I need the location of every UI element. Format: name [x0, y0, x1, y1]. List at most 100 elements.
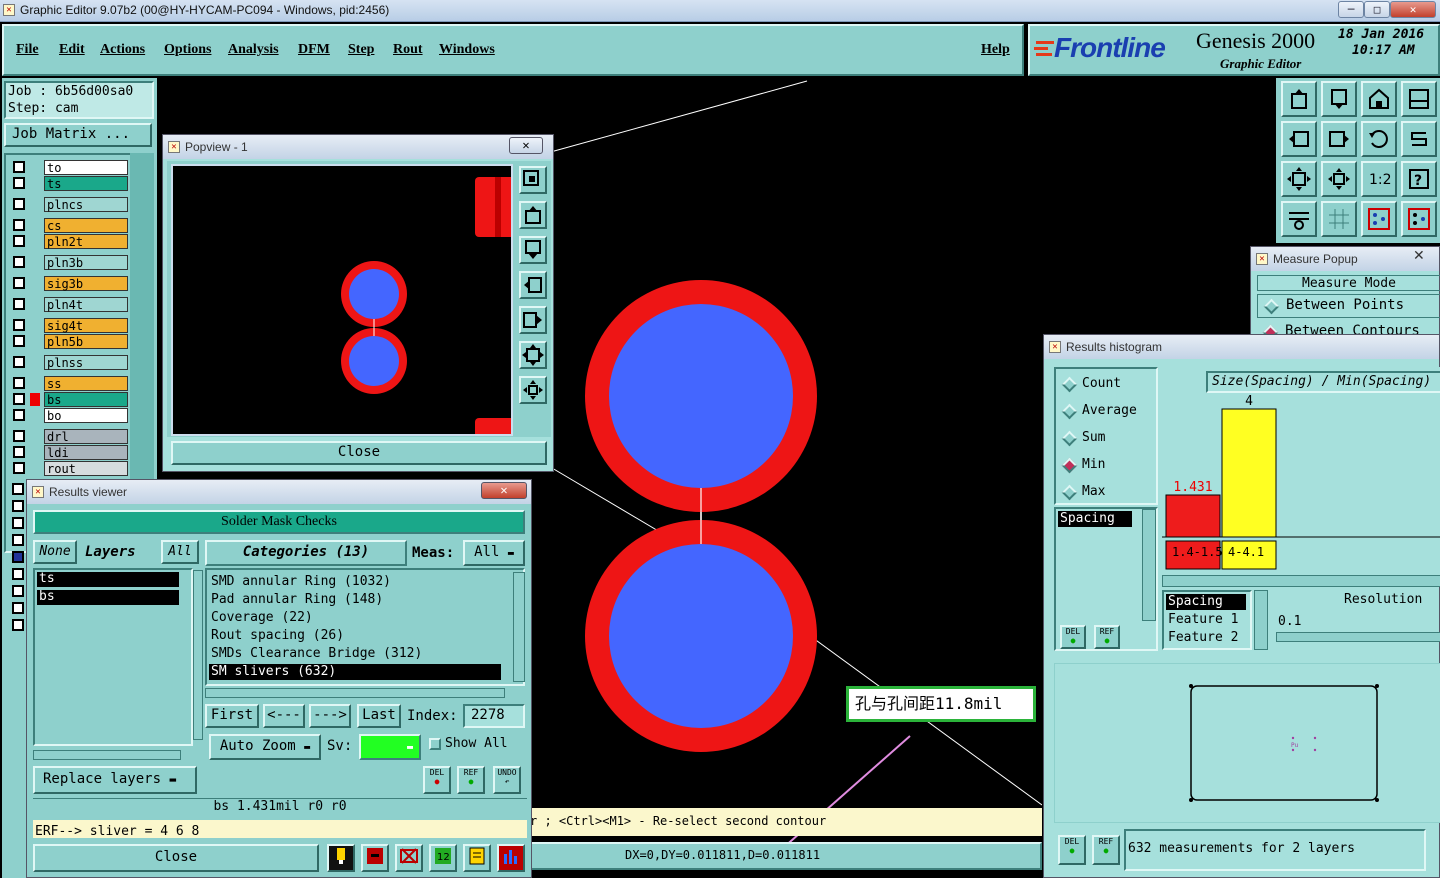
menu-dfm[interactable]: DFM — [298, 42, 330, 58]
histogram-bar-1[interactable] — [1221, 408, 1277, 538]
category-item[interactable]: Rout spacing (26) — [209, 628, 501, 644]
layer-row-cs[interactable]: cs — [10, 218, 130, 233]
histogram-hscroll[interactable] — [1162, 575, 1440, 587]
layer-name[interactable]: ts — [44, 176, 128, 191]
layer-checkbox[interactable] — [12, 619, 24, 631]
category-vscroll[interactable] — [513, 572, 525, 682]
replace-layers-button[interactable]: Replace layers ▬ — [33, 766, 197, 794]
category-item[interactable]: SM slivers (632) — [209, 664, 501, 680]
home-view-icon[interactable] — [1361, 81, 1397, 117]
layer-list-vscroll[interactable] — [193, 570, 203, 740]
delete-results-icon[interactable] — [395, 844, 423, 872]
close-window-button[interactable]: ✕ — [1390, 1, 1436, 18]
category-hscroll[interactable] — [205, 688, 505, 698]
layer-checkbox[interactable] — [13, 219, 25, 231]
menu-help[interactable]: Help — [981, 42, 1010, 58]
hist-bottom-ref-button[interactable]: REF ● — [1092, 835, 1120, 865]
popview-close-x[interactable]: ✕ — [509, 137, 543, 154]
minimize-button[interactable]: ─ — [1338, 1, 1364, 18]
layer-checkbox[interactable] — [13, 335, 25, 347]
zoom-center-icon[interactable] — [1321, 161, 1357, 197]
first-button[interactable]: First — [205, 704, 259, 728]
settings-icon[interactable] — [1281, 201, 1317, 237]
stat-radio[interactable] — [1061, 376, 1078, 393]
rv-ref-button[interactable]: REF ● — [457, 766, 485, 794]
last-button[interactable]: Last — [357, 704, 401, 728]
layer-row-sig3b[interactable]: sig3b — [10, 276, 130, 291]
meas-dropdown[interactable]: All ▬ — [463, 540, 525, 566]
sub-results-icon[interactable] — [361, 844, 389, 872]
layer-checkbox[interactable] — [12, 483, 24, 495]
layer-checkbox[interactable] — [13, 446, 25, 458]
category-item[interactable]: Pad annular Ring (148) — [209, 592, 501, 608]
layer-row-pln5b[interactable]: pln5b — [10, 334, 130, 349]
stat-option-average[interactable]: Average — [1060, 402, 1154, 422]
layer-checkbox[interactable] — [13, 161, 25, 173]
layer-checkbox[interactable] — [12, 568, 24, 580]
undo-view-icon[interactable] — [1361, 121, 1397, 157]
layer-row-plncs[interactable]: plncs — [10, 197, 130, 212]
one-two-icon[interactable]: 12 — [429, 844, 457, 872]
field-feature-2[interactable]: Feature 2 — [1168, 630, 1238, 645]
hist-bottom-del-button[interactable]: DEL ● — [1058, 835, 1086, 865]
category-item[interactable]: SMDs Clearance Bridge (312) — [209, 646, 501, 662]
layer-name[interactable]: ldi — [44, 445, 128, 460]
menu-actions[interactable]: Actions — [100, 42, 145, 58]
show-all-checkbox[interactable] — [429, 738, 441, 750]
category-item[interactable]: Coverage (22) — [209, 610, 501, 626]
prev-button[interactable]: <--- — [263, 704, 305, 728]
between-points-option[interactable]: Between Points — [1257, 294, 1440, 318]
layer-name[interactable]: pln5b — [44, 334, 128, 349]
layer-compare-alt-icon[interactable] — [1401, 201, 1437, 237]
layer-name[interactable]: pln4t — [44, 297, 128, 312]
layer-row-pln3b[interactable]: pln3b — [10, 255, 130, 270]
layer-name[interactable]: pln3b — [44, 255, 128, 270]
full-view-icon[interactable] — [1401, 81, 1437, 117]
maximize-button[interactable]: □ — [1364, 1, 1390, 18]
layer-checkbox[interactable] — [13, 462, 25, 474]
menu-windows[interactable]: Windows — [439, 42, 495, 58]
histogram-icon[interactable] — [497, 844, 525, 872]
layer-row-plnss[interactable]: plnss — [10, 355, 130, 370]
help-icon[interactable]: ? — [1401, 161, 1437, 197]
layer-checkbox[interactable] — [12, 585, 24, 597]
layer-checkbox[interactable] — [13, 177, 25, 189]
pan-left-icon[interactable] — [1281, 121, 1317, 157]
layer-row-bs[interactable]: bs — [10, 392, 130, 407]
layer-checkbox[interactable] — [13, 409, 25, 421]
layer-row-to[interactable]: to — [10, 160, 130, 175]
layer-row-ldi[interactable]: ldi — [10, 445, 130, 460]
pan-right-icon[interactable] — [1321, 121, 1357, 157]
popview-close-button[interactable]: Close — [171, 441, 547, 465]
resolution-slider[interactable] — [1276, 632, 1440, 642]
layer-name[interactable]: ss — [44, 376, 128, 391]
between-points-radio[interactable] — [1263, 298, 1280, 315]
zoom-fit-icon[interactable] — [1281, 161, 1317, 197]
layer-name[interactable]: plncs — [44, 197, 128, 212]
layer-checkbox[interactable] — [13, 198, 25, 210]
redraw-icon[interactable] — [1401, 121, 1437, 157]
stat-radio[interactable] — [1061, 403, 1078, 420]
rv-undo-button[interactable]: UNDO ↶ — [493, 766, 521, 794]
next-button[interactable]: ---> — [309, 704, 351, 728]
popview-pan-left-icon[interactable] — [519, 271, 547, 299]
stat-list-item[interactable]: Spacing — [1058, 511, 1132, 527]
layer-row-pln2t[interactable]: pln2t — [10, 234, 130, 249]
layer-row-drl[interactable]: drl — [10, 429, 130, 444]
stat-radio[interactable] — [1061, 484, 1078, 501]
layer-checkbox[interactable] — [13, 319, 25, 331]
histogram-bar-0[interactable] — [1165, 494, 1221, 538]
layer-checkbox[interactable] — [12, 500, 24, 512]
category-item[interactable]: SMD annular Ring (1032) — [209, 574, 501, 590]
layer-checkbox[interactable] — [13, 298, 25, 310]
layer-row-rout[interactable]: rout — [10, 461, 130, 476]
layer-checkbox[interactable] — [13, 277, 25, 289]
pan-down-icon[interactable] — [1321, 81, 1357, 117]
menu-rout[interactable]: Rout — [393, 42, 423, 58]
results-viewer-close-x[interactable]: ✕ — [481, 482, 527, 499]
results-layer-bs[interactable]: bs — [37, 590, 179, 605]
pan-up-icon[interactable] — [1281, 81, 1317, 117]
popview-canvas[interactable] — [171, 164, 513, 436]
layer-checkbox[interactable] — [12, 517, 24, 529]
stat-option-sum[interactable]: Sum — [1060, 429, 1154, 449]
